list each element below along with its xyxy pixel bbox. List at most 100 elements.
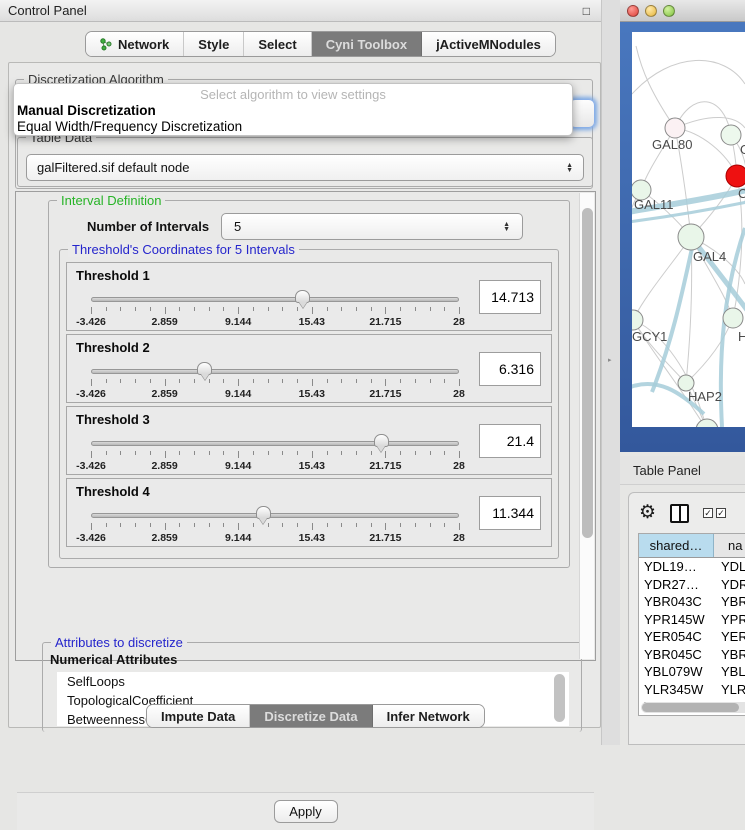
tab-infer-network[interactable]: Infer Network: [373, 705, 484, 727]
slider-track[interactable]: [91, 513, 459, 518]
threshold-slider[interactable]: -3.4262.8599.14415.4321.71528: [91, 359, 459, 401]
apply-button[interactable]: Apply: [274, 800, 338, 823]
network-node[interactable]: [632, 310, 643, 330]
network-node[interactable]: [721, 125, 741, 145]
tick-mark: [400, 307, 401, 311]
table-row[interactable]: YBL079WYBL0: [639, 663, 745, 681]
slider-thumb[interactable]: [295, 290, 310, 303]
slider-track[interactable]: [91, 369, 459, 374]
table-column-header[interactable]: shared…: [639, 534, 714, 557]
threshold-slider[interactable]: -3.4262.8599.14415.4321.71528: [91, 503, 459, 545]
network-graph: GAL80GACGAL11GAL4GCY1HHAP2: [632, 32, 745, 427]
vertical-scrollbar-track[interactable]: [579, 193, 594, 659]
horizontal-scrollbar-thumb[interactable]: [642, 703, 739, 712]
threshold-slider[interactable]: -3.4262.8599.14415.4321.71528: [91, 431, 459, 473]
table-row[interactable]: YDR27…YDR2: [639, 576, 745, 594]
tab-network[interactable]: Network: [86, 32, 184, 56]
network-canvas[interactable]: GAL80GACGAL11GAL4GCY1HHAP2: [632, 32, 745, 427]
attribute-list-scrollbar[interactable]: [554, 674, 565, 722]
tick-mark: [238, 307, 239, 314]
tick-label: -3.426: [76, 388, 106, 400]
table-row[interactable]: YER054CYER0: [639, 628, 745, 646]
number-of-intervals-spinner[interactable]: 5 ▲▼: [221, 213, 523, 240]
algorithm-option[interactable]: Manual Discretization: [17, 103, 569, 119]
tab-jactivemnodules[interactable]: jActiveMNodules: [422, 32, 555, 56]
tick-mark: [253, 307, 254, 311]
minimize-traffic-light-icon[interactable]: [645, 5, 657, 17]
tick-mark: [444, 379, 445, 383]
threshold-box: Threshold 2-3.4262.8599.14415.4321.71528…: [66, 334, 552, 403]
table-column-header[interactable]: na: [714, 534, 745, 557]
tick-mark: [135, 379, 136, 383]
tab-cyni-toolbox[interactable]: Cyni Toolbox: [312, 32, 422, 56]
table-row[interactable]: YBR043CYBR0: [639, 593, 745, 611]
threshold-slider[interactable]: -3.4262.8599.14415.4321.71528: [91, 287, 459, 329]
tick-mark: [165, 523, 166, 530]
slider-thumb[interactable]: [197, 362, 212, 375]
tick-mark: [459, 451, 460, 458]
network-node[interactable]: [696, 419, 718, 427]
tick-label: 28: [453, 388, 465, 400]
slider-thumb[interactable]: [374, 434, 389, 447]
tab-discretize-data[interactable]: Discretize Data: [250, 705, 372, 727]
tick-mark: [415, 523, 416, 527]
slider-tick-labels: -3.4262.8599.14415.4321.71528: [91, 316, 459, 328]
zoom-traffic-light-icon[interactable]: [663, 5, 675, 17]
table-row[interactable]: YLR345WYLR3: [639, 681, 745, 699]
splitter-handle-icon[interactable]: ▸: [608, 356, 613, 363]
gear-icon[interactable]: ⚙: [639, 503, 656, 523]
tick-mark: [400, 523, 401, 527]
slider-track[interactable]: [91, 297, 459, 302]
network-node[interactable]: [678, 224, 704, 250]
threshold-value-field[interactable]: 21.4: [479, 424, 541, 458]
close-traffic-light-icon[interactable]: [627, 5, 639, 17]
tick-mark: [150, 451, 151, 455]
tick-mark: [165, 307, 166, 314]
tab-label: Network: [118, 37, 169, 52]
table-row[interactable]: YDL19…YDL1: [639, 558, 745, 576]
attribute-list-item[interactable]: SelfLoops: [57, 672, 569, 691]
tick-mark: [106, 451, 107, 455]
tab-label: Infer Network: [387, 709, 470, 724]
vertical-scrollbar-thumb[interactable]: [582, 208, 593, 538]
horizontal-scrollbar-track[interactable]: [641, 702, 745, 713]
tick-mark: [356, 379, 357, 383]
tick-mark: [341, 523, 342, 527]
tick-mark: [209, 379, 210, 383]
tick-mark: [415, 379, 416, 383]
slider-thumb[interactable]: [256, 506, 271, 519]
tick-mark: [312, 379, 313, 386]
table-row[interactable]: YPR145WYPR1: [639, 611, 745, 629]
tick-mark: [371, 379, 372, 383]
float-window-icon[interactable]: □: [583, 4, 590, 18]
tick-mark: [327, 523, 328, 527]
tick-mark: [341, 451, 342, 455]
tab-style[interactable]: Style: [184, 32, 244, 56]
tab-label: Cyni Toolbox: [326, 37, 407, 52]
network-node-label: C: [738, 186, 745, 201]
threshold-value-field[interactable]: 6.316: [479, 352, 541, 386]
threshold-value-field[interactable]: 11.344: [479, 496, 541, 530]
table-data-combobox[interactable]: galFiltered.sif default node ▲▼: [26, 154, 584, 181]
network-node-label: GCY1: [632, 329, 667, 344]
network-node[interactable]: [665, 118, 685, 138]
threshold-label: Threshold 1: [76, 268, 150, 283]
columns-icon[interactable]: [670, 504, 689, 523]
tick-mark: [194, 523, 195, 527]
table-row[interactable]: YBR045CYBR0: [639, 646, 745, 664]
tick-mark: [430, 451, 431, 455]
threshold-value-field[interactable]: 14.713: [479, 280, 541, 314]
slider-track[interactable]: [91, 441, 459, 446]
control-panel-titlebar: Control Panel □ ✕: [0, 0, 618, 22]
network-node-label: H: [738, 329, 745, 344]
panel-splitter[interactable]: [601, 0, 620, 745]
algorithm-option[interactable]: Equal Width/Frequency Discretization: [17, 119, 569, 135]
network-node[interactable]: [726, 165, 745, 187]
checkbox-icon[interactable]: ✓: [703, 508, 713, 518]
checkbox-icon[interactable]: ✓: [716, 508, 726, 518]
tick-mark: [223, 307, 224, 311]
tab-select[interactable]: Select: [244, 32, 311, 56]
network-node[interactable]: [723, 308, 743, 328]
table-cell: YBR0: [714, 593, 745, 611]
tab-impute-data[interactable]: Impute Data: [147, 705, 250, 727]
